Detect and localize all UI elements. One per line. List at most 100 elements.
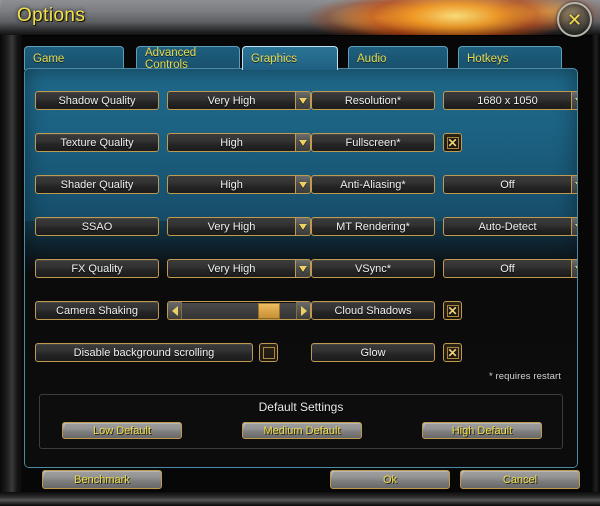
chevron-down-icon[interactable] xyxy=(295,91,311,110)
dropdown-ssao[interactable]: Very High xyxy=(167,217,311,236)
options-window: Options ✕ Game Advanced Controls Graphics A… xyxy=(0,0,600,506)
default-settings-title: Default Settings xyxy=(258,400,344,414)
check-x-icon: ✕ xyxy=(447,345,458,360)
tab-label: Audio xyxy=(357,52,387,65)
default-settings-group: Default Settings Low Default Medium Defa… xyxy=(39,394,563,449)
high-default-button[interactable]: High Default xyxy=(422,422,542,439)
tab-label: Game xyxy=(33,52,65,65)
window-titlebar: Options ✕ xyxy=(0,0,600,37)
setting-label-resolution[interactable]: Resolution* xyxy=(311,91,435,110)
setting-label-text: Anti-Aliasing* xyxy=(340,178,406,191)
slider-left-arrow-icon[interactable] xyxy=(168,302,182,319)
setting-label-camera-shaking[interactable]: Camera Shaking xyxy=(35,301,159,320)
checkbox-box xyxy=(262,346,275,359)
window-frame-left xyxy=(0,35,22,506)
setting-label-cloud-shadows[interactable]: Cloud Shadows xyxy=(311,301,435,320)
setting-label-text: Glow xyxy=(360,346,386,359)
dropdown-resolution[interactable]: 1680 x 1050 xyxy=(443,91,577,110)
chevron-down-icon[interactable] xyxy=(295,217,311,236)
setting-label-text: Resolution* xyxy=(344,94,402,107)
tab-bar: Game Advanced Controls Graphics Audio Hotkey… xyxy=(24,46,576,71)
setting-label-text: FX Quality xyxy=(71,262,123,275)
chevron-down-icon[interactable] xyxy=(571,175,577,194)
dropdown-value[interactable]: Off xyxy=(443,175,571,194)
chevron-down-icon[interactable] xyxy=(295,259,311,278)
dropdown-value[interactable]: Auto-Detect xyxy=(443,217,571,236)
slider-right-arrow-icon[interactable] xyxy=(296,302,310,319)
setting-label-text: SSAO xyxy=(81,220,113,233)
setting-label-glow[interactable]: Glow xyxy=(311,343,435,362)
window-frame-right xyxy=(592,35,600,506)
dropdown-shadow-quality[interactable]: Very High xyxy=(167,91,311,110)
chevron-down-icon[interactable] xyxy=(571,217,577,236)
titlebar-texture xyxy=(0,0,600,35)
dropdown-mt-rendering[interactable]: Auto-Detect xyxy=(443,217,577,236)
restart-note: * requires restart xyxy=(488,371,561,382)
tab-audio[interactable]: Audio xyxy=(348,46,448,70)
chevron-down-icon[interactable] xyxy=(295,175,311,194)
setting-label-text: Texture Quality xyxy=(60,136,134,149)
medium-default-button[interactable]: Medium Default xyxy=(242,422,362,439)
setting-label-text: Shadow Quality xyxy=(58,94,136,107)
ok-button[interactable]: Ok xyxy=(330,470,450,489)
dropdown-value[interactable]: High xyxy=(167,133,295,152)
checkbox-fullscreen[interactable]: ✕ xyxy=(443,133,462,152)
setting-label-text: Fullscreen* xyxy=(345,136,401,149)
tab-graphics[interactable]: Graphics xyxy=(242,46,338,70)
dropdown-value[interactable]: Very High xyxy=(167,259,295,278)
window-title: Options xyxy=(17,5,86,26)
close-x-icon[interactable]: ✕ xyxy=(557,2,592,37)
dropdown-value[interactable]: Very High xyxy=(167,217,295,236)
setting-label-text: VSync* xyxy=(354,262,392,275)
setting-label-texture-quality[interactable]: Texture Quality xyxy=(35,133,159,152)
dropdown-value[interactable]: High xyxy=(167,175,295,194)
setting-label-text: Disable background scrolling xyxy=(73,346,215,359)
tab-game[interactable]: Game xyxy=(24,46,124,70)
low-default-button[interactable]: Low Default xyxy=(62,422,182,439)
window-frame-bottom xyxy=(0,492,600,506)
setting-label-ssao[interactable]: SSAO xyxy=(35,217,159,236)
dropdown-texture-quality[interactable]: High xyxy=(167,133,311,152)
dropdown-fx-quality[interactable]: Very High xyxy=(167,259,311,278)
tab-advanced-controls[interactable]: Advanced Controls xyxy=(136,46,240,71)
setting-label-mt-rendering[interactable]: MT Rendering* xyxy=(311,217,435,236)
checkbox-box: ✕ xyxy=(446,135,459,150)
check-x-icon: ✕ xyxy=(447,135,458,150)
setting-label-fullscreen[interactable]: Fullscreen* xyxy=(311,133,435,152)
checkbox-box: ✕ xyxy=(446,303,459,318)
setting-label-fx-quality[interactable]: FX Quality xyxy=(35,259,159,278)
tab-label: Hotkeys xyxy=(467,52,509,65)
slider-track[interactable] xyxy=(182,302,296,319)
chevron-down-icon[interactable] xyxy=(295,133,311,152)
dropdown-value[interactable]: 1680 x 1050 xyxy=(443,91,571,110)
footer-buttons: Benchmark Ok Cancel xyxy=(24,470,580,492)
setting-label-text: Camera Shaking xyxy=(56,304,138,317)
setting-label-text: MT Rendering* xyxy=(336,220,410,233)
slider-knob[interactable] xyxy=(258,303,281,319)
dropdown-shader-quality[interactable]: High xyxy=(167,175,311,194)
checkbox-disable-background-scrolling[interactable] xyxy=(259,343,278,362)
dropdown-value[interactable]: Off xyxy=(443,259,571,278)
setting-label-anti-aliasing[interactable]: Anti-Aliasing* xyxy=(311,175,435,194)
setting-label-shader-quality[interactable]: Shader Quality xyxy=(35,175,159,194)
cancel-button[interactable]: Cancel xyxy=(460,470,580,489)
tab-label: Advanced Controls xyxy=(145,46,197,71)
dropdown-anti-aliasing[interactable]: Off xyxy=(443,175,577,194)
check-x-icon: ✕ xyxy=(447,303,458,318)
setting-label-disable-background-scrolling[interactable]: Disable background scrolling xyxy=(35,343,253,362)
dropdown-value[interactable]: Very High xyxy=(167,91,295,110)
graphics-settings-panel: Shadow Quality Very High Texture Quality Hi… xyxy=(24,68,578,468)
checkbox-cloud-shadows[interactable]: ✕ xyxy=(443,301,462,320)
dropdown-vsync[interactable]: Off xyxy=(443,259,577,278)
chevron-down-icon[interactable] xyxy=(571,91,577,110)
checkbox-glow[interactable]: ✕ xyxy=(443,343,462,362)
setting-label-text: Cloud Shadows xyxy=(334,304,412,317)
tab-hotkeys[interactable]: Hotkeys xyxy=(458,46,562,70)
chevron-down-icon[interactable] xyxy=(571,259,577,278)
slider-camera-shaking[interactable] xyxy=(167,301,311,320)
setting-label-shadow-quality[interactable]: Shadow Quality xyxy=(35,91,159,110)
setting-label-text: Shader Quality xyxy=(60,178,134,191)
setting-label-vsync[interactable]: VSync* xyxy=(311,259,435,278)
benchmark-button[interactable]: Benchmark xyxy=(42,470,162,489)
checkbox-box: ✕ xyxy=(446,345,459,360)
